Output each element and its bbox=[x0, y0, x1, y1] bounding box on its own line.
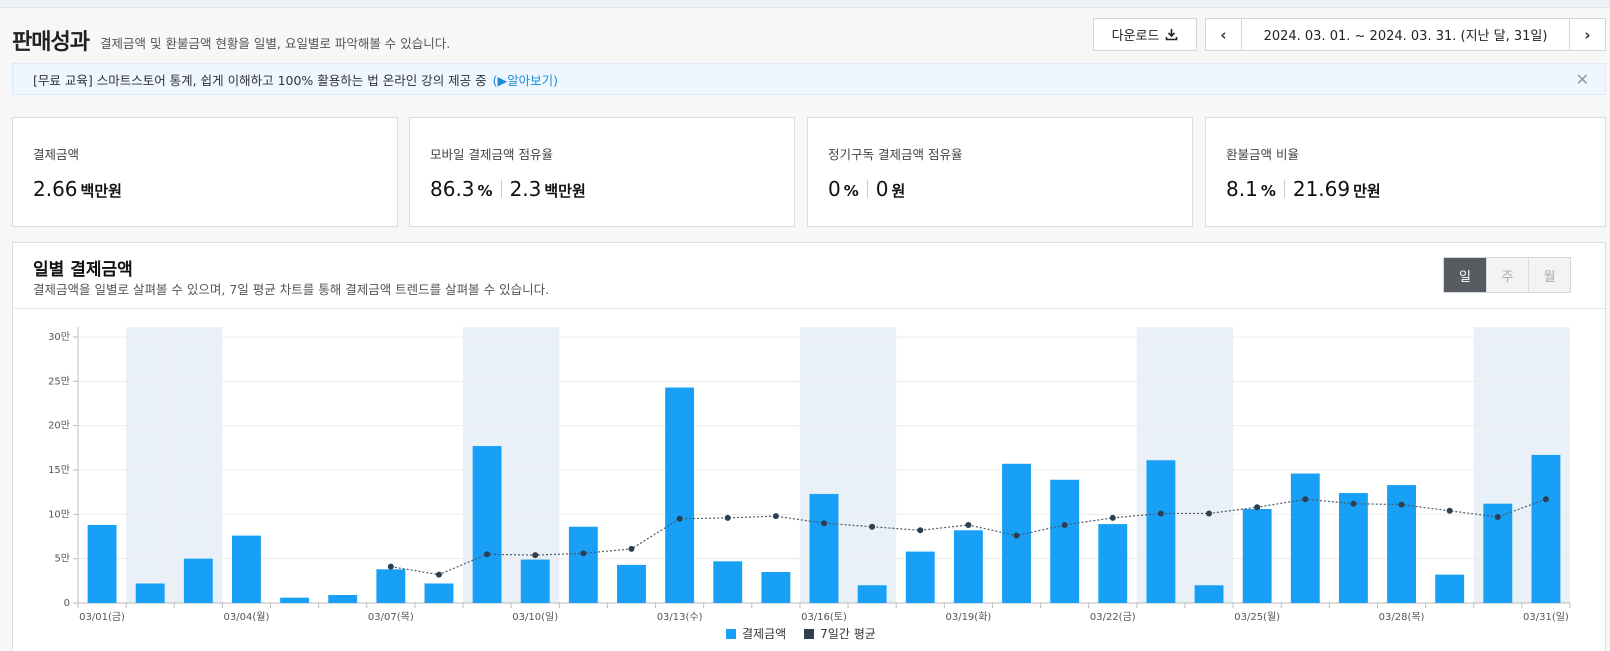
bar-payment bbox=[376, 569, 406, 603]
weekend-band bbox=[126, 327, 175, 603]
bar-payment bbox=[280, 597, 310, 603]
x-tick-label: 03/04(월) bbox=[224, 611, 270, 623]
bar-payment bbox=[87, 524, 117, 603]
bar-payment bbox=[568, 526, 598, 603]
avg-point bbox=[387, 563, 394, 570]
y-tick-label: 5만 bbox=[54, 553, 70, 565]
bar-payment bbox=[1194, 585, 1224, 603]
x-tick-label: 03/19(화) bbox=[945, 611, 991, 623]
bar-payment bbox=[424, 583, 454, 603]
x-tick-label: 03/28(목) bbox=[1379, 611, 1425, 623]
avg-point bbox=[1206, 510, 1213, 517]
avg-point bbox=[821, 520, 827, 527]
avg-point bbox=[869, 523, 876, 530]
bar-payment bbox=[953, 530, 983, 603]
avg-point bbox=[532, 552, 539, 559]
bar-payment bbox=[1435, 574, 1465, 603]
weekend-band bbox=[848, 327, 897, 603]
bar-payment bbox=[328, 595, 358, 603]
legend-item-payment: 결제금액 bbox=[726, 625, 786, 642]
x-tick-label: 03/16(토) bbox=[801, 612, 847, 623]
avg-point bbox=[1061, 521, 1068, 528]
y-tick-label: 15만 bbox=[48, 464, 70, 476]
bar-payment bbox=[472, 446, 502, 603]
x-tick-label: 03/07(목) bbox=[368, 611, 414, 623]
legend-label-7day-avg: 7일간 평균 bbox=[820, 627, 876, 641]
bar-payment bbox=[1146, 460, 1176, 603]
y-tick-label: 20만 bbox=[48, 420, 70, 432]
avg-point bbox=[1542, 496, 1549, 503]
avg-point bbox=[772, 513, 779, 520]
avg-point bbox=[580, 550, 587, 557]
avg-point bbox=[628, 545, 635, 552]
bar-payment bbox=[713, 561, 743, 603]
bar-payment bbox=[665, 387, 695, 603]
bar-payment bbox=[520, 559, 550, 603]
legend-item-7day-avg: 7일간 평균 bbox=[804, 625, 876, 642]
y-tick-label: 0 bbox=[64, 598, 70, 609]
bar-payment bbox=[761, 571, 791, 603]
bar-payment bbox=[232, 535, 261, 603]
avg-point bbox=[435, 571, 442, 578]
legend-swatch-payment bbox=[726, 628, 736, 639]
bar-payment bbox=[1242, 509, 1272, 603]
avg-point bbox=[484, 551, 491, 558]
avg-point bbox=[1157, 510, 1164, 517]
legend-swatch-7day-avg bbox=[804, 628, 815, 639]
avg-point bbox=[1013, 532, 1020, 539]
chart-legend: 결제금액 7일간 평균 bbox=[726, 625, 876, 642]
x-tick-label: 03/25(월) bbox=[1234, 611, 1280, 623]
avg-point bbox=[1254, 504, 1261, 511]
bar-payment bbox=[1531, 454, 1561, 603]
avg-point bbox=[1350, 500, 1357, 507]
daily-payment-chart: 0 5만 10만 15만 20만 25만 30만 03/01(금) 03/04(월) 03/07(… bbox=[48, 327, 1571, 623]
x-tick-label: 03/10(일) bbox=[512, 611, 558, 623]
avg-point bbox=[1302, 496, 1309, 503]
weekend-band bbox=[1184, 327, 1234, 603]
x-tick-label: 03/22(금) bbox=[1090, 611, 1136, 623]
y-tick-label: 25만 bbox=[48, 375, 70, 387]
avg-point bbox=[1446, 507, 1453, 514]
bar-payment bbox=[183, 558, 213, 603]
x-tick-label: 03/01(금) bbox=[79, 611, 125, 623]
y-tick-label: 30만 bbox=[48, 331, 70, 343]
avg-point bbox=[965, 521, 972, 528]
bar-payment bbox=[135, 583, 165, 603]
avg-point bbox=[917, 527, 924, 534]
avg-point bbox=[1494, 513, 1501, 520]
bar-payment bbox=[1050, 479, 1080, 603]
bar-payment bbox=[1290, 473, 1320, 603]
avg-point bbox=[724, 514, 731, 521]
avg-point bbox=[1109, 514, 1116, 521]
bar-payment bbox=[617, 564, 646, 603]
bar-payment bbox=[1098, 524, 1128, 603]
bar-payment bbox=[809, 493, 839, 603]
x-tick-label: 03/13(수) bbox=[657, 611, 703, 623]
avg-point bbox=[1398, 501, 1405, 508]
avg-point bbox=[676, 515, 683, 522]
bar-payment bbox=[1338, 493, 1368, 603]
bar-payment bbox=[857, 585, 887, 603]
bar-payment bbox=[905, 551, 935, 603]
legend-label-payment: 결제금액 bbox=[742, 627, 787, 641]
y-tick-label: 10만 bbox=[48, 508, 70, 520]
x-tick-label: 03/31(일) bbox=[1523, 611, 1569, 623]
